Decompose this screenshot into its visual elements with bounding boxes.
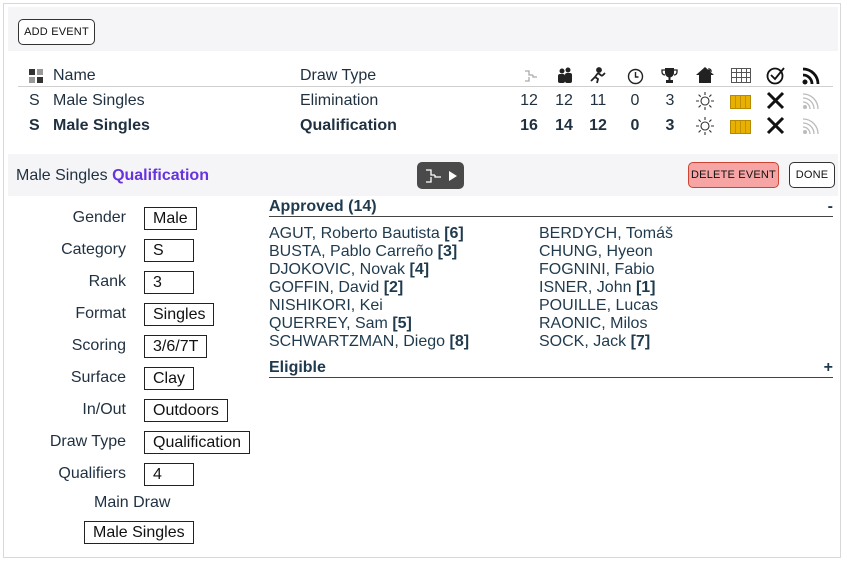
list-item[interactable]: FOGNINI, Fabio — [539, 261, 655, 279]
format-label: Format — [75, 305, 126, 322]
event-draw-type: Qualification — [300, 117, 397, 134]
surface-label: Surface — [70, 369, 126, 386]
event-row-selected[interactable]: S Male Singles Qualification 16 14 12 0 … — [18, 113, 833, 138]
done-button[interactable]: DONE — [789, 162, 835, 188]
event-scheduled-count: 0 — [630, 92, 640, 109]
header-name[interactable]: Name — [53, 67, 96, 85]
events-table-header: Name Draw Type — [18, 62, 833, 87]
delete-event-button[interactable]: DELETE EVENT — [688, 162, 779, 188]
event-title-name: Male Singles — [16, 167, 108, 184]
schedule-icon[interactable] — [730, 95, 751, 109]
tennis-player-icon[interactable] — [589, 67, 607, 84]
schedule-icon[interactable] — [730, 120, 751, 134]
list-item[interactable]: ISNER, John [1] — [539, 279, 656, 297]
list-item[interactable]: DJOKOVIC, Novak [4] — [269, 261, 429, 279]
category-value[interactable]: S — [144, 239, 194, 262]
event-name: Male Singles — [53, 117, 150, 134]
event-name: Male Singles — [53, 92, 145, 109]
schedule-grid-icon[interactable] — [731, 68, 751, 83]
clock-icon[interactable] — [627, 68, 644, 85]
event-detail-bar: Male Singles Qualification DELETE EVENT … — [8, 154, 838, 196]
event-player-count: 12 — [555, 92, 573, 109]
list-item[interactable]: CHUNG, Hyeon — [539, 243, 653, 261]
list-item[interactable]: GOFFIN, David [2] — [269, 279, 403, 297]
list-item[interactable]: NISHIKORI, Kei — [269, 297, 383, 315]
format-value[interactable]: Singles — [144, 303, 215, 326]
inout-value[interactable]: Outdoors — [144, 399, 228, 422]
list-item[interactable]: POUILLE, Lucas — [539, 297, 658, 315]
view-draw-button[interactable] — [417, 162, 464, 189]
expand-toggle[interactable]: + — [824, 359, 833, 377]
draw-size-icon[interactable] — [523, 68, 539, 84]
rss-feed-icon[interactable] — [802, 67, 820, 85]
bracket-icon — [425, 168, 441, 183]
rss-feed-icon[interactable] — [802, 117, 820, 135]
list-item[interactable]: BUSTA, Pablo Carreño [3] — [269, 243, 457, 261]
qualifiers-value[interactable]: 4 — [144, 463, 194, 486]
list-item[interactable]: SCHWARTZMAN, Diego [8] — [269, 333, 469, 351]
event-rank: 3 — [665, 92, 675, 109]
draw-type-label: Draw Type — [49, 433, 126, 450]
header-draw-type[interactable]: Draw Type — [300, 67, 376, 85]
list-item[interactable]: BERDYCH, Tomáš — [539, 225, 673, 243]
event-scheduled-count: 0 — [630, 117, 640, 134]
event-approved-count: 11 — [589, 92, 607, 109]
event-draw-type: Elimination — [300, 92, 379, 109]
draw-type-value[interactable]: Qualification — [144, 431, 251, 454]
outdoor-sun-icon — [695, 91, 715, 111]
close-icon[interactable] — [766, 91, 785, 110]
approved-title: Approved (14) — [269, 198, 377, 215]
event-approved-count: 12 — [589, 117, 607, 134]
trophy-icon[interactable] — [661, 67, 678, 84]
event-draw-size: 16 — [520, 117, 538, 134]
rank-value[interactable]: 3 — [144, 271, 194, 294]
approved-section-header[interactable]: Approved (14) - — [269, 198, 833, 217]
scoring-label: Scoring — [71, 337, 126, 354]
play-icon — [448, 170, 457, 181]
list-item[interactable]: AGUT, Roberto Bautista [6] — [269, 225, 464, 243]
event-category: S — [29, 92, 40, 109]
rss-feed-icon[interactable] — [802, 92, 820, 110]
event-detail-title: Male Singles Qualification — [16, 167, 209, 185]
event-row[interactable]: S Male Singles Elimination 12 12 11 0 3 — [18, 88, 833, 113]
event-rank: 3 — [665, 117, 675, 134]
home-icon[interactable] — [695, 66, 715, 84]
add-event-button[interactable]: ADD EVENT — [18, 19, 95, 45]
outdoor-sun-icon — [695, 116, 715, 136]
event-title-draw-type: Qualification — [112, 167, 209, 184]
eligible-title: Eligible — [269, 359, 326, 376]
category-label: Category — [61, 241, 126, 258]
collapse-toggle[interactable]: - — [828, 198, 833, 216]
event-draw-size: 12 — [520, 92, 538, 109]
surface-value[interactable]: Clay — [144, 367, 195, 390]
grid-menu-icon[interactable] — [28, 68, 44, 84]
toolbar: ADD EVENT — [8, 7, 838, 51]
event-player-count: 14 — [555, 117, 573, 134]
gender-label: Gender — [72, 209, 126, 226]
main-draw-value[interactable]: Male Singles — [84, 521, 194, 544]
close-icon[interactable] — [766, 116, 785, 135]
event-category: S — [29, 117, 40, 134]
inout-label: In/Out — [82, 401, 126, 418]
list-item[interactable]: SOCK, Jack [7] — [539, 333, 650, 351]
check-circle-icon[interactable] — [766, 66, 786, 85]
event-panel: ADD EVENT Name Draw Type S Male Singles … — [3, 3, 841, 558]
scoring-value[interactable]: 3/6/7T — [144, 335, 208, 358]
list-item[interactable]: QUERREY, Sam [5] — [269, 315, 412, 333]
gender-value[interactable]: Male — [144, 207, 197, 230]
qualifiers-label: Qualifiers — [58, 465, 126, 482]
rank-label: Rank — [88, 273, 126, 290]
eligible-section-header[interactable]: Eligible + — [269, 359, 833, 378]
list-item[interactable]: RAONIC, Milos — [539, 315, 647, 333]
players-icon[interactable] — [556, 67, 574, 84]
